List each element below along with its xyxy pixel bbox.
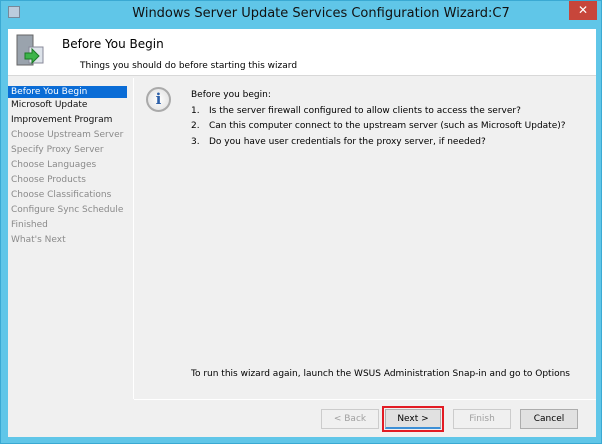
button-separator (134, 399, 596, 400)
back-button[interactable]: < Back (321, 409, 379, 429)
step-specify-proxy-server: Specify Proxy Server (11, 145, 104, 155)
rerun-note: To run this wizard again, launch the WSU… (191, 369, 570, 379)
title-bar: Windows Server Update Services Configura… (1, 1, 601, 29)
question-item: 3. Do you have user credentials for the p… (191, 135, 566, 151)
question-number: 2. (191, 121, 200, 131)
step-choose-products: Choose Products (11, 175, 86, 185)
step-choose-classifications: Choose Classifications (11, 190, 112, 200)
question-item: 2. Can this computer connect to the upstr… (191, 119, 566, 135)
step-before-you-begin[interactable]: Before You Begin (8, 86, 127, 98)
checklist: Before you begin: 1. Is the server firewa… (191, 88, 566, 150)
page-subtitle: Things you should do before starting thi… (80, 61, 298, 71)
page-title: Before You Begin (62, 37, 164, 51)
question-number: 3. (191, 136, 200, 147)
step-finished: Finished (11, 220, 48, 230)
highlight-box (382, 406, 444, 432)
close-button[interactable]: ✕ (569, 1, 597, 20)
question-item: 1. Is the server firewall configured to a… (191, 104, 566, 120)
step-choose-languages: Choose Languages (11, 160, 97, 170)
step-whats-next: What's Next (11, 235, 66, 245)
cancel-button[interactable]: Cancel (520, 409, 578, 429)
info-icon: i (146, 87, 171, 112)
question-text: Can this computer connect to the upstrea… (209, 121, 566, 131)
step-improvement-program[interactable]: Improvement Program (8, 113, 133, 128)
finish-button[interactable]: Finish (453, 409, 511, 429)
question-text: Is the server firewall configured to all… (209, 105, 521, 116)
intro-text: Before you begin: (191, 90, 271, 100)
step-configure-sync-schedule: Configure Sync Schedule (11, 205, 124, 215)
wizard-window: Windows Server Update Services Configura… (0, 0, 602, 444)
wizard-header: Before You Begin Things you should do be… (8, 29, 596, 76)
question-number: 1. (191, 105, 200, 116)
wizard-steps: Before You Begin Microsoft Update Improv… (8, 78, 134, 399)
server-update-icon (16, 34, 44, 66)
window-title: Windows Server Update Services Configura… (132, 6, 510, 21)
wizard-body: Before You Begin Things you should do be… (8, 29, 596, 437)
question-text: Do you have user credentials for the pro… (209, 136, 486, 147)
step-microsoft-update[interactable]: Microsoft Update (8, 98, 133, 113)
step-choose-upstream-server: Choose Upstream Server (11, 130, 124, 140)
